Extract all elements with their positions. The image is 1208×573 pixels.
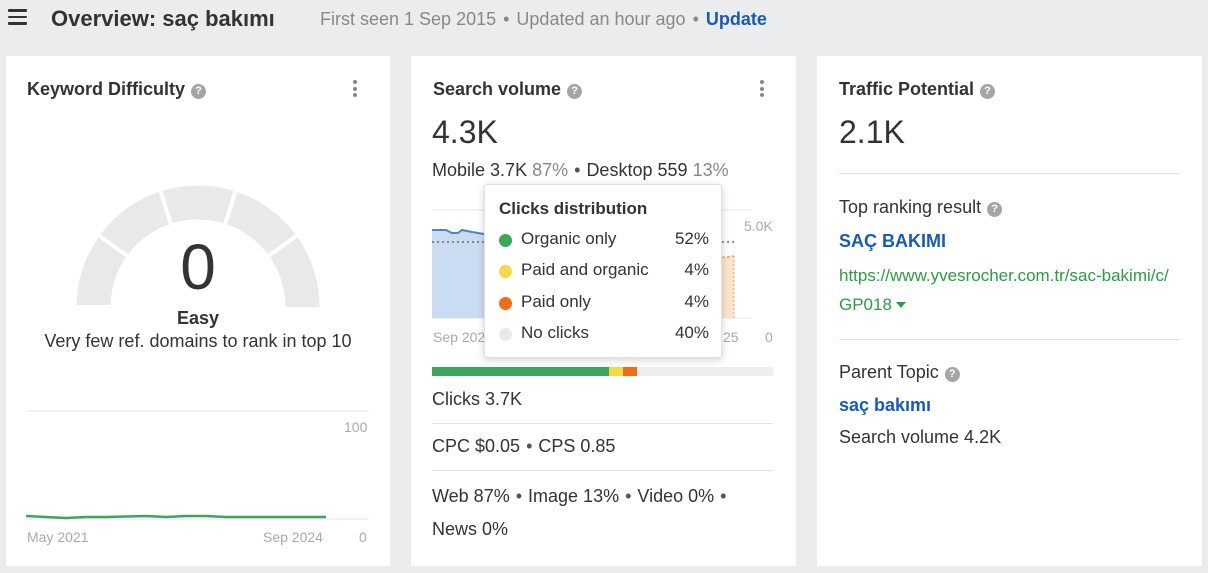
mobile-pct: 87% (532, 160, 569, 180)
serp-image: Image 13% (528, 486, 620, 506)
cps-value: CPS 0.85 (538, 436, 616, 456)
parent-topic-link[interactable]: saç bakımı (839, 395, 931, 416)
tooltip-row-label: Paid and organic (521, 260, 649, 279)
top-result-url-link[interactable]: https://www.yvesrocher.com.tr/sac-bakimi… (839, 261, 1179, 319)
tooltip-row: Organic only 52% (499, 229, 709, 251)
top-result-url[interactable]: https://www.yvesrocher.com.tr/sac-bakimi… (839, 266, 1169, 314)
top-result-title-link[interactable]: SAÇ BAKIMI (839, 231, 946, 252)
desktop-pct: 13% (692, 160, 729, 180)
kd-level-label: Easy (176, 308, 220, 328)
desktop-value: 559 (657, 160, 688, 180)
kd-description: Very few ref. domains to rank in top 10 (44, 331, 352, 351)
parent-topic-volume: Search volume 4.2K (839, 427, 1002, 447)
top-result-label: Top ranking result? (839, 197, 1003, 218)
axis-label: 0 (359, 529, 367, 545)
top-result-label-text: Top ranking result (839, 197, 982, 217)
traffic-potential-card: Traffic Potential? 2.1K Top ranking resu… (817, 56, 1202, 566)
paid-dot-icon (499, 297, 512, 310)
update-link[interactable]: Update (706, 9, 767, 29)
tooltip-row-pct: 4% (684, 292, 709, 311)
mobile-label: Mobile (432, 160, 486, 180)
sv-title-text: Search volume (433, 79, 562, 99)
kd-value: 0 (180, 231, 216, 303)
help-icon[interactable]: ? (980, 84, 996, 99)
divider (432, 470, 773, 471)
search-volume-value: 4.3K (432, 114, 498, 150)
help-icon[interactable]: ? (944, 367, 960, 382)
axis-label: Sep 2024 (263, 529, 323, 545)
tooltip-row: Paid only 4% (499, 292, 709, 314)
help-icon[interactable]: ? (567, 84, 583, 99)
axis-label: 100 (344, 419, 368, 435)
serp-news: News 0% (432, 519, 509, 539)
sv-title: Search volume? (433, 79, 583, 100)
tp-title: Traffic Potential? (839, 79, 996, 100)
updated-text: Updated an hour ago (516, 9, 686, 29)
axis-label: 5.0K (744, 218, 773, 234)
divider (839, 173, 1180, 174)
tooltip-row-label: Organic only (521, 229, 617, 248)
serp-web: Web 87% (432, 486, 510, 506)
kebab-menu-icon[interactable] (350, 80, 360, 100)
parent-topic-label-text: Parent Topic (839, 362, 939, 382)
kd-title: Keyword Difficulty? (27, 79, 207, 100)
tooltip-row-label: No clicks (521, 323, 590, 342)
page-header: Overview: saç bakımı First seen 1 Sep 20… (0, 0, 1208, 44)
paid-segment (622, 367, 637, 376)
desktop-label: Desktop (586, 160, 653, 180)
organic-segment (432, 367, 610, 376)
kd-title-text: Keyword Difficulty (27, 79, 186, 99)
tooltip-row: Paid and organic 4% (499, 260, 709, 282)
axis-label: 25 (723, 329, 739, 345)
clicks-distribution-bar[interactable] (432, 367, 773, 376)
divider (432, 423, 773, 424)
clicks-distribution-tooltip: Clicks distribution Organic only 52% Paid… (484, 184, 722, 358)
cpc-cps-row: CPC $0.05 • CPS 0.85 (432, 436, 616, 456)
keyword-difficulty-card: Keyword Difficulty? 0 Easy Very few ref.… (6, 56, 390, 566)
clicks-value: Clicks 3.7K (432, 389, 523, 409)
parent-topic-label: Parent Topic? (839, 362, 960, 383)
help-icon[interactable]: ? (191, 84, 207, 99)
menu-icon[interactable] (8, 8, 28, 26)
dropdown-caret-icon[interactable] (895, 302, 906, 308)
kd-history-line (26, 514, 326, 520)
mobile-value: 3.7K (490, 160, 528, 180)
serp-features-row: Web 87% • Image 13% • Video 0% • (432, 486, 727, 506)
tooltip-row-pct: 40% (674, 323, 709, 342)
traffic-potential-value: 2.1K (839, 114, 905, 150)
cpc-value: CPC $0.05 (432, 436, 521, 456)
divider (839, 339, 1180, 340)
tooltip-title: Clicks distribution (499, 199, 648, 218)
tooltip-row-label: Paid only (521, 292, 591, 311)
page-title: Overview: saç bakımı (51, 6, 275, 31)
kebab-menu-icon[interactable] (757, 80, 767, 100)
paid-organic-segment (609, 367, 623, 376)
page-meta: First seen 1 Sep 2015 • Updated an hour ag… (320, 9, 767, 29)
organic-dot-icon (499, 234, 512, 247)
device-split: Mobile 3.7K 87% • Desktop 559 13% (432, 160, 729, 180)
tooltip-row: No clicks 40% (499, 323, 709, 345)
paid-organic-dot-icon (499, 265, 512, 278)
tooltip-row-pct: 4% (684, 260, 709, 279)
axis-label: 0 (765, 329, 773, 345)
serp-video: Video 0% (637, 486, 715, 506)
help-icon[interactable]: ? (987, 202, 1003, 217)
tooltip-row-pct: 52% (674, 229, 709, 248)
kd-history-chart (26, 410, 369, 520)
no-clicks-dot-icon (499, 328, 512, 341)
tp-title-text: Traffic Potential (839, 79, 975, 99)
axis-label: May 2021 (27, 529, 89, 545)
axis-label: Sep 202 (433, 329, 486, 345)
no-clicks-segment (636, 367, 773, 376)
first-seen-text: First seen 1 Sep 2015 (320, 9, 497, 29)
